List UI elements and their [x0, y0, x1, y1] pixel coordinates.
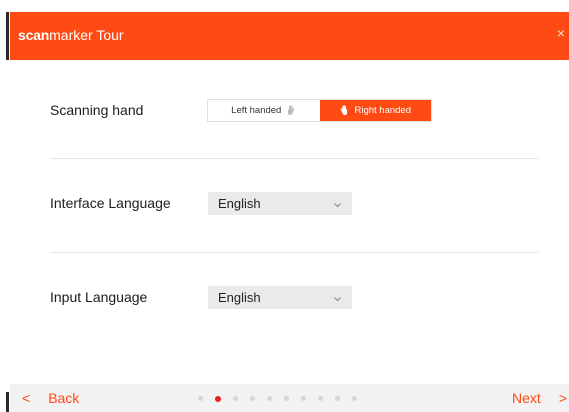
left-handed-label: Left handed: [231, 105, 282, 116]
close-icon[interactable]: ×: [557, 25, 565, 41]
page-dot[interactable]: [284, 396, 289, 401]
back-label: Back: [48, 390, 80, 406]
next-label: Next: [512, 390, 541, 406]
page-dot[interactable]: [267, 396, 272, 401]
input-language-value: English: [218, 290, 261, 305]
page-dot[interactable]: [352, 396, 357, 401]
hand-icon: [339, 105, 348, 116]
page-dot[interactable]: [318, 396, 323, 401]
app-title: scanmarker Tour: [18, 27, 124, 43]
interface-language-value: English: [218, 196, 261, 211]
chevron-left-icon: <: [22, 390, 31, 406]
next-button[interactable]: Next >: [512, 390, 567, 406]
page-dot[interactable]: [335, 396, 340, 401]
left-handed-option[interactable]: Left handed: [208, 100, 320, 121]
input-language-label: Input Language: [50, 289, 148, 305]
edge-strip-top: [6, 12, 9, 60]
input-language-select[interactable]: English: [208, 286, 352, 309]
title-bar: scanmarker Tour ×: [10, 12, 569, 60]
back-button[interactable]: < Back: [22, 390, 79, 406]
interface-language-select[interactable]: English: [208, 192, 352, 215]
divider-2: [50, 252, 538, 253]
brand-bold: scan: [18, 27, 50, 43]
right-handed-option[interactable]: Right handed: [319, 100, 431, 121]
brand-light: marker: [49, 27, 93, 43]
scanning-hand-toggle: Left handed Right handed: [207, 99, 432, 122]
page-dot[interactable]: [198, 396, 203, 401]
tour-window: scanmarker Tour × Scanning hand Left han…: [10, 12, 569, 412]
page-dot[interactable]: [215, 395, 221, 402]
scanning-hand-label: Scanning hand: [50, 102, 144, 118]
window-edge: [0, 0, 10, 412]
edge-strip-bottom: [6, 392, 9, 412]
page-dot[interactable]: [250, 396, 255, 401]
divider-1: [50, 158, 538, 159]
tour-footer: < Back Next >: [10, 384, 569, 412]
chevron-down-icon: [333, 198, 342, 213]
right-handed-label: Right handed: [354, 105, 412, 116]
chevron-right-icon: >: [558, 390, 567, 406]
page-dot[interactable]: [233, 396, 238, 401]
chevron-down-icon: [333, 292, 342, 307]
hand-icon: [287, 105, 296, 116]
title-suffix: Tour: [92, 27, 124, 43]
interface-language-label: Interface Language: [50, 195, 171, 211]
page-indicator: [198, 395, 357, 402]
page-dot[interactable]: [301, 396, 306, 401]
